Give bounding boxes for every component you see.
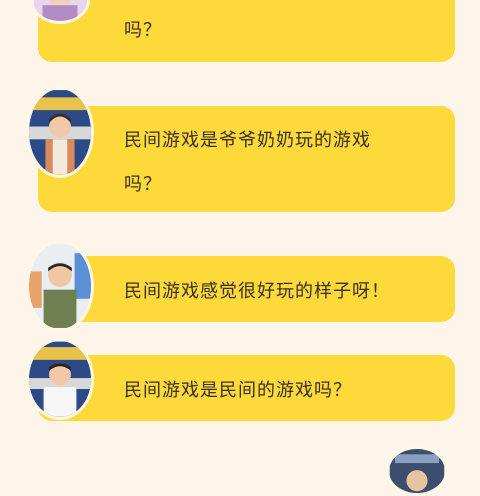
message-text-line: 吗？ (124, 20, 162, 41)
chat-thread: 吗？ 民间游戏是爷爷奶奶玩的游戏 吗？ 民间游戏感觉很好玩的样子呀！ 民间游戏是… (0, 0, 480, 496)
child-avatar (386, 446, 448, 496)
child-avatar (26, 86, 94, 178)
message-text-line: 吗？ (124, 174, 162, 195)
child-avatar (26, 338, 94, 420)
message-text-line: 民间游戏是民间的游戏吗？ (124, 380, 352, 401)
message-text-line: 民间游戏是爷爷奶奶玩的游戏 (124, 130, 371, 151)
chat-bubble: 民间游戏是爷爷奶奶玩的游戏 吗？ (38, 106, 455, 212)
message-text-line: 民间游戏感觉很好玩的样子呀！ (124, 281, 390, 302)
child-avatar (26, 240, 94, 332)
chat-bubble: 吗？ (38, 0, 455, 62)
chat-bubble: 民间游戏是民间的游戏吗？ (38, 355, 455, 421)
chat-bubble: 民间游戏感觉很好玩的样子呀！ (38, 256, 455, 322)
